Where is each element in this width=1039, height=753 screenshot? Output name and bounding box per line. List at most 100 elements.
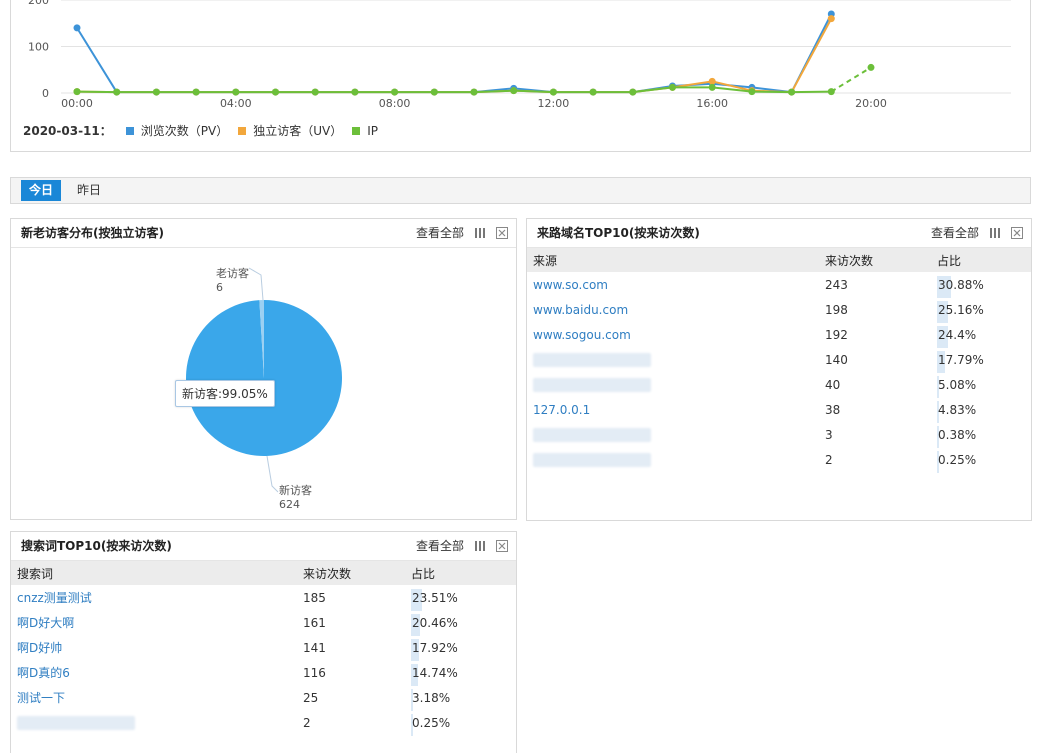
columns-icon[interactable] <box>989 227 1001 239</box>
table-row[interactable]: 啊D好大啊 161 20.46% <box>11 610 516 636</box>
row-count: 3 <box>825 427 833 442</box>
x-tick-label: 16:00 <box>696 97 728 110</box>
pie-label-new-name: 新访客 <box>279 484 312 497</box>
table-row[interactable]: 140 17.79% <box>527 347 1031 373</box>
pie-leader-new <box>266 455 279 493</box>
data-point[interactable] <box>470 88 478 96</box>
data-point[interactable] <box>311 88 319 96</box>
close-icon[interactable] <box>496 227 508 239</box>
row-name[interactable]: cnzz测量测试 <box>11 585 297 610</box>
table-row[interactable]: cnzz测量测试 185 23.51% <box>11 585 516 611</box>
columns-icon[interactable] <box>474 540 486 552</box>
table-row[interactable]: www.so.com 243 30.88% <box>527 272 1031 298</box>
row-name[interactable] <box>11 710 297 735</box>
row-name[interactable] <box>527 447 819 472</box>
data-point[interactable] <box>629 88 637 96</box>
panel-title: 搜索词TOP10(按来访次数) <box>21 539 172 553</box>
row-share: 17.79% <box>931 347 1031 373</box>
column-header-count[interactable]: 来访次数 <box>297 561 405 585</box>
panel-title: 来路域名TOP10(按来访次数) <box>537 226 700 240</box>
data-point[interactable] <box>152 88 160 96</box>
row-count: 40 <box>825 377 841 392</box>
row-name[interactable]: www.baidu.com <box>527 297 819 322</box>
x-tick-label: 12:00 <box>538 97 570 110</box>
row-count: 192 <box>825 327 848 342</box>
table-row[interactable]: 3 0.38% <box>527 422 1031 448</box>
data-point[interactable] <box>272 88 279 96</box>
table-row[interactable]: 40 5.08% <box>527 372 1031 398</box>
data-point[interactable] <box>549 88 557 96</box>
view-all-link[interactable]: 查看全部 <box>416 219 464 247</box>
table-row[interactable]: 啊D好帅 141 17.92% <box>11 635 516 661</box>
tab-yesterday[interactable]: 昨日 <box>69 180 109 201</box>
panel-header: 搜索词TOP10(按来访次数) 查看全部 <box>11 532 516 561</box>
table-row[interactable]: 啊D真的6 116 14.74% <box>11 660 516 686</box>
columns-icon[interactable] <box>474 227 486 239</box>
row-name[interactable]: www.sogou.com <box>527 322 819 347</box>
row-count: 116 <box>303 665 326 680</box>
data-point[interactable] <box>669 83 676 91</box>
table-row[interactable]: 2 0.25% <box>527 447 1031 473</box>
data-point[interactable] <box>510 87 518 95</box>
y-tick-label: 100 <box>28 41 49 54</box>
pie-label-old-value: 6 <box>216 281 223 294</box>
column-header-source[interactable]: 来源 <box>527 248 819 272</box>
trend-legend: 2020-03-11： 浏览次数（PV） 独立访客（UV） IP <box>23 122 378 139</box>
row-name[interactable] <box>527 347 819 372</box>
data-point[interactable] <box>708 83 716 91</box>
table-row[interactable]: 127.0.0.1 38 4.83% <box>527 397 1031 423</box>
search-keyword-panel: 搜索词TOP10(按来访次数) 查看全部 搜索词 来访次数 占比 cnzz测量测… <box>10 531 517 753</box>
row-name[interactable]: www.so.com <box>527 272 819 297</box>
column-header-share[interactable]: 占比 <box>931 248 1031 272</box>
close-icon[interactable] <box>496 540 508 552</box>
row-count: 2 <box>825 452 833 467</box>
row-name[interactable]: 啊D好大啊 <box>11 610 297 635</box>
share-text: 23.51% <box>412 590 458 605</box>
table-row[interactable]: www.sogou.com 192 24.4% <box>527 322 1031 348</box>
data-point[interactable] <box>73 88 81 96</box>
column-header-share[interactable]: 占比 <box>405 561 516 585</box>
data-point[interactable] <box>113 88 121 96</box>
data-point[interactable] <box>748 88 756 96</box>
legend-pv-label[interactable]: 浏览次数（PV） <box>141 122 228 139</box>
close-icon[interactable] <box>1011 227 1023 239</box>
table-row[interactable]: www.baidu.com 198 25.16% <box>527 297 1031 323</box>
legend-uv-label[interactable]: 独立访客（UV） <box>253 122 342 139</box>
data-point[interactable] <box>589 88 597 96</box>
share-text: 17.92% <box>412 640 458 655</box>
column-header-count[interactable]: 来访次数 <box>819 248 931 272</box>
pie-leader-old <box>248 267 264 301</box>
share-text: 14.74% <box>412 665 458 680</box>
data-point[interactable] <box>192 88 200 96</box>
data-point[interactable] <box>827 15 835 23</box>
data-point[interactable] <box>827 88 835 96</box>
row-name[interactable]: 啊D真的6 <box>11 660 297 685</box>
data-point[interactable] <box>430 88 438 96</box>
data-point[interactable] <box>232 88 240 96</box>
redacted-entry <box>533 427 651 442</box>
legend-ip-label[interactable]: IP <box>367 124 378 138</box>
column-header-keyword[interactable]: 搜索词 <box>11 561 297 585</box>
row-name[interactable]: 测试一下 <box>11 685 297 710</box>
table-row[interactable]: 2 0.25% <box>11 710 516 736</box>
data-point[interactable] <box>73 24 81 32</box>
row-share: 14.74% <box>405 660 516 686</box>
row-count: 185 <box>303 590 326 605</box>
view-all-link[interactable]: 查看全部 <box>931 219 979 247</box>
data-point[interactable] <box>867 63 875 71</box>
view-all-link[interactable]: 查看全部 <box>416 532 464 560</box>
share-text: 4.83% <box>938 402 977 417</box>
panel-header: 新老访客分布(按独立访客) 查看全部 <box>11 219 516 248</box>
row-name[interactable] <box>527 422 819 447</box>
row-share: 30.88% <box>931 272 1031 298</box>
tab-today[interactable]: 今日 <box>21 180 62 201</box>
row-name[interactable]: 啊D好帅 <box>11 635 297 660</box>
data-point[interactable] <box>788 88 796 96</box>
series-line <box>76 18 833 94</box>
row-name[interactable] <box>527 372 819 397</box>
data-point[interactable] <box>351 88 359 96</box>
data-point[interactable] <box>391 88 399 96</box>
table-row[interactable]: 测试一下 25 3.18% <box>11 685 516 711</box>
row-name[interactable]: 127.0.0.1 <box>527 397 819 422</box>
data-point[interactable] <box>708 77 716 85</box>
